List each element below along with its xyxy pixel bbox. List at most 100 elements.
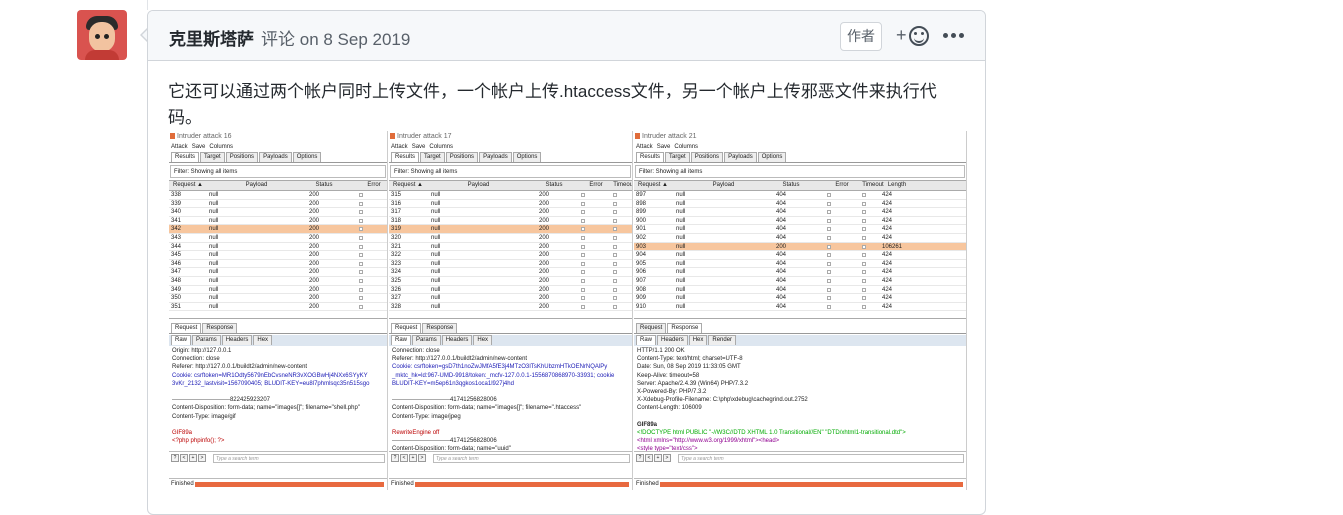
tab[interactable]: Response (667, 323, 703, 333)
tab[interactable]: Headers (221, 335, 253, 345)
tab[interactable]: Params (192, 335, 221, 345)
column-header[interactable]: Status (309, 181, 339, 190)
tab[interactable]: Request (171, 323, 202, 333)
menu-item[interactable]: Attack (171, 144, 188, 150)
table-row[interactable]: 898 null 404 424 (634, 200, 966, 209)
next-icon[interactable]: > (663, 454, 671, 462)
message-editor[interactable]: HTTP/1.1 200 OK Content-Type: text/html; … (634, 346, 966, 451)
tab[interactable]: Hex (688, 335, 708, 345)
table-row[interactable]: 316 null 200 (389, 200, 632, 209)
prev-icon[interactable]: < (400, 454, 408, 462)
tab[interactable]: Payloads (724, 152, 757, 162)
message-editor[interactable]: Origin: http://127.0.0.1 Connection: clos… (169, 346, 387, 451)
tab[interactable]: Results (171, 152, 200, 162)
tab[interactable]: Raw (391, 335, 412, 345)
table-row[interactable]: 351 null 200 (169, 303, 387, 312)
tab[interactable]: Headers (441, 335, 473, 345)
table-row[interactable]: 315 null 200 (389, 191, 632, 200)
column-header[interactable]: Request ▲ (171, 181, 205, 190)
tab[interactable]: Options (292, 152, 322, 162)
tab[interactable]: Positions (445, 152, 479, 162)
table-row[interactable]: 904 null 404 424 (634, 251, 966, 260)
column-header[interactable]: Status (776, 181, 806, 190)
tab[interactable]: Hex (473, 335, 493, 345)
tab[interactable]: Options (512, 152, 542, 162)
tab[interactable]: Raw (636, 335, 657, 345)
comment-date[interactable]: on 8 Sep 2019 (300, 30, 411, 49)
table-row[interactable]: 341 null 200 (169, 217, 387, 226)
help-icon[interactable]: ? (171, 454, 179, 462)
column-header[interactable]: Error (827, 181, 857, 190)
filter-bar[interactable]: Filter: Showing all items (635, 165, 965, 178)
tab[interactable]: Target (420, 152, 445, 162)
table-row[interactable]: 317 null 200 (389, 208, 632, 217)
author-name[interactable]: 克里斯塔萨 (169, 25, 254, 50)
table-row[interactable]: 901 null 404 424 (634, 225, 966, 234)
column-header[interactable]: Status (539, 181, 569, 190)
tab[interactable]: Target (200, 152, 225, 162)
table-row[interactable]: 340 null 200 (169, 208, 387, 217)
column-header[interactable]: Payload (209, 181, 304, 190)
table-row[interactable]: 342 null 200 (169, 225, 387, 234)
tab[interactable]: Positions (690, 152, 724, 162)
tab[interactable]: Target (665, 152, 690, 162)
menu-item[interactable]: Attack (636, 144, 653, 150)
filter-bar[interactable]: Filter: Showing all items (390, 165, 631, 178)
next-icon[interactable]: > (198, 454, 206, 462)
tab[interactable]: Render (708, 335, 737, 345)
next-icon[interactable]: > (418, 454, 426, 462)
table-row[interactable]: 903 null 200 106261 (634, 242, 966, 252)
author-avatar[interactable] (77, 10, 127, 60)
tab[interactable]: Params (412, 335, 441, 345)
add-reaction-button[interactable]: + (896, 25, 930, 47)
tab[interactable]: Results (636, 152, 665, 162)
tab[interactable]: Options (757, 152, 787, 162)
table-row[interactable]: 905 null 404 424 (634, 260, 966, 269)
table-row[interactable]: 323 null 200 (389, 260, 632, 269)
table-row[interactable]: 343 null 200 (169, 234, 387, 243)
prev-icon[interactable]: < (645, 454, 653, 462)
tab[interactable]: Payloads (259, 152, 292, 162)
menu-item[interactable]: Columns (674, 144, 698, 150)
help-icon[interactable]: ? (636, 454, 644, 462)
table-row[interactable]: 902 null 404 424 (634, 234, 966, 243)
column-header[interactable]: Timeout (609, 181, 632, 190)
search-input[interactable]: Type a search term (433, 454, 630, 463)
table-row[interactable]: 325 null 200 (389, 277, 632, 286)
add-icon[interactable]: + (409, 454, 417, 462)
menu-item[interactable]: Columns (209, 144, 233, 150)
column-header[interactable]: Request ▲ (391, 181, 425, 190)
tab[interactable]: Response (422, 323, 458, 333)
menu-item[interactable]: Columns (429, 144, 453, 150)
menu-item[interactable]: Save (192, 144, 206, 150)
table-row[interactable]: 339 null 200 (169, 200, 387, 209)
table-row[interactable]: 324 null 200 (389, 268, 632, 277)
menu-item[interactable]: Attack (391, 144, 408, 150)
table-row[interactable]: 907 null 404 424 (634, 277, 966, 286)
table-row[interactable]: 319 null 200 (389, 225, 632, 234)
tab[interactable]: Results (391, 152, 420, 162)
column-header[interactable]: Co (956, 181, 966, 190)
tab[interactable]: Request (636, 323, 667, 333)
table-row[interactable]: 322 null 200 (389, 251, 632, 260)
add-icon[interactable]: + (654, 454, 662, 462)
column-header[interactable]: Request ▲ (636, 181, 670, 190)
more-options-button[interactable] (943, 33, 964, 39)
help-icon[interactable]: ? (391, 454, 399, 462)
table-row[interactable]: 326 null 200 (389, 286, 632, 295)
table-row[interactable]: 900 null 404 424 (634, 217, 966, 226)
column-header[interactable]: Payload (431, 181, 526, 190)
add-icon[interactable]: + (189, 454, 197, 462)
menu-item[interactable]: Save (657, 144, 671, 150)
table-row[interactable]: 346 null 200 (169, 260, 387, 269)
table-row[interactable]: 899 null 404 424 (634, 208, 966, 217)
column-header[interactable]: Payload (676, 181, 771, 190)
tab[interactable]: Payloads (479, 152, 512, 162)
tab[interactable]: Request (391, 323, 422, 333)
table-row[interactable]: 328 null 200 (389, 303, 632, 312)
search-input[interactable]: Type a search term (213, 454, 385, 463)
table-row[interactable]: 909 null 404 424 (634, 294, 966, 303)
column-header[interactable]: Length (882, 181, 912, 190)
tab[interactable]: Hex (253, 335, 273, 345)
table-row[interactable]: 897 null 404 424 (634, 191, 966, 200)
